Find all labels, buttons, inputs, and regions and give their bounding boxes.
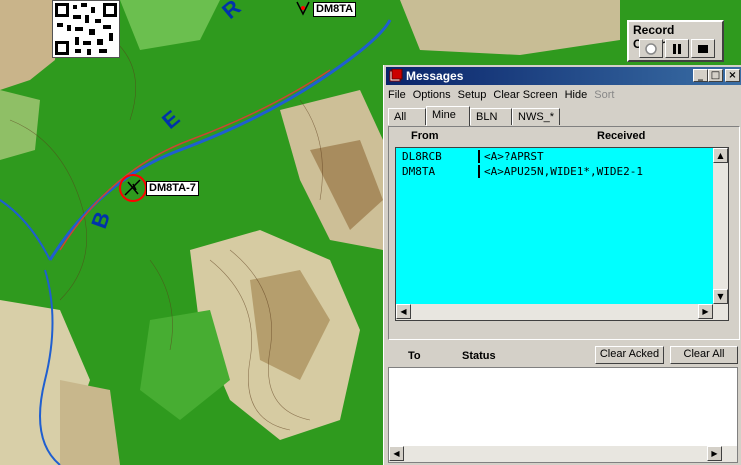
- messages-window-icon: [389, 69, 403, 82]
- menu-file[interactable]: File: [386, 87, 411, 105]
- record-controls-panel: Record Controls: [627, 20, 724, 62]
- message-tabs: All Mine BLN NWS_*: [388, 106, 741, 126]
- column-header-to[interactable]: To: [408, 350, 421, 362]
- messages-window: Messages _ □ × File Options Setup Clear …: [383, 65, 741, 465]
- minimize-button[interactable]: _: [693, 69, 708, 82]
- scroll-right-button[interactable]: ▶: [698, 304, 713, 319]
- record-icon: [645, 42, 657, 55]
- sent-list[interactable]: ◀ ▶: [388, 367, 738, 463]
- sent-scroll-right-button[interactable]: ▶: [707, 446, 722, 461]
- tab-nws[interactable]: NWS_*: [512, 108, 560, 125]
- menu-clear-screen[interactable]: Clear Screen: [491, 87, 562, 105]
- horizontal-scrollbar[interactable]: ◀ ▶: [396, 304, 728, 320]
- tab-mine[interactable]: Mine: [426, 106, 470, 126]
- sent-panel: To Status Clear Acked Clear All ◀ ▶: [388, 345, 738, 463]
- menu-sort: Sort: [594, 89, 615, 101]
- scroll-left-button[interactable]: ◀: [396, 304, 411, 319]
- tab-all[interactable]: All: [388, 108, 426, 125]
- scroll-down-button[interactable]: ▼: [713, 289, 728, 304]
- menu-options[interactable]: Options: [411, 87, 456, 105]
- list-item[interactable]: DL8RCB <A>?APRST: [402, 150, 712, 164]
- stop-icon: [698, 44, 708, 53]
- messages-title: Messages: [406, 69, 464, 83]
- station-label-top[interactable]: DM8TA: [313, 2, 357, 17]
- message-from: DM8TA: [402, 165, 436, 178]
- maximize-button[interactable]: □: [708, 69, 723, 82]
- vertical-scrollbar[interactable]: ▲ ▼: [713, 148, 728, 304]
- message-from: DL8RCB: [402, 150, 442, 163]
- column-header-from[interactable]: From: [411, 130, 439, 142]
- pause-button[interactable]: [665, 39, 689, 58]
- column-header-status[interactable]: Status: [462, 350, 496, 362]
- stop-button[interactable]: [691, 39, 715, 58]
- record-button[interactable]: [639, 39, 663, 58]
- sent-horizontal-scrollbar[interactable]: ◀ ▶: [389, 446, 737, 462]
- menu-hide[interactable]: Hide: [563, 87, 593, 105]
- list-item[interactable]: DM8TA <A>APU25N,WIDE1*,WIDE2-1: [402, 165, 712, 179]
- clear-all-button[interactable]: Clear All: [670, 346, 738, 364]
- scroll-up-button[interactable]: ▲: [713, 148, 728, 163]
- column-header-received[interactable]: Received: [597, 130, 645, 142]
- received-list[interactable]: DL8RCB <A>?APRST DM8TA <A>APU25N,WIDE1*,…: [395, 147, 729, 321]
- menu-setup[interactable]: Setup: [456, 87, 492, 105]
- message-received: <A>?APRST: [478, 150, 544, 163]
- close-button[interactable]: ×: [725, 69, 740, 82]
- pause-icon: [673, 43, 681, 54]
- clear-acked-button[interactable]: Clear Acked: [595, 346, 664, 364]
- message-received: <A>APU25N,WIDE1*,WIDE2-1: [478, 165, 643, 178]
- tab-bln[interactable]: BLN: [470, 108, 512, 125]
- map-thumbnail-icon: [52, 0, 120, 58]
- messages-titlebar[interactable]: Messages _ □ ×: [386, 67, 741, 85]
- menu-bar: File Options Setup Clear Screen Hide Sor…: [386, 87, 741, 105]
- sent-scroll-left-button[interactable]: ◀: [389, 446, 404, 461]
- station-label-main[interactable]: DM8TA-7: [146, 181, 199, 196]
- received-panel: From Received DL8RCB <A>?APRST DM8TA <A>…: [388, 126, 740, 340]
